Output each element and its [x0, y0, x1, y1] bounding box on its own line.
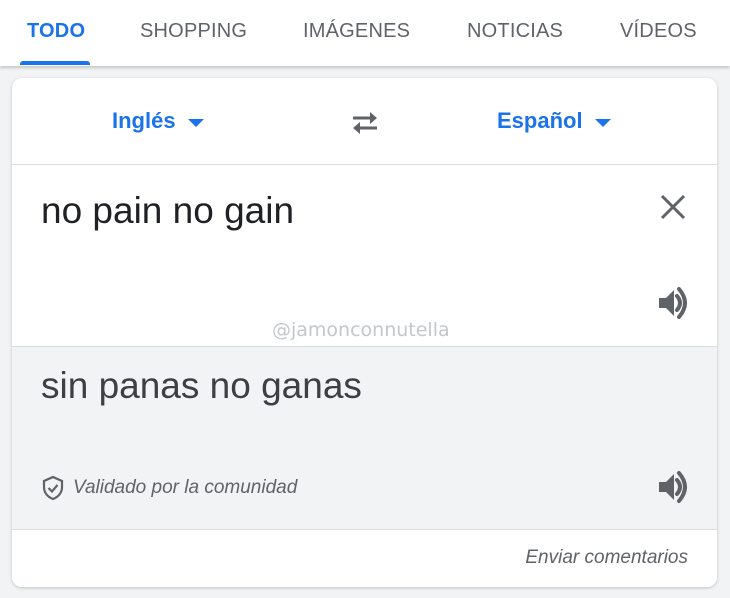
validated-label: Validado por la comunidad [73, 477, 298, 498]
send-feedback-link[interactable]: Enviar comentarios [525, 547, 688, 569]
shield-check-icon [42, 475, 64, 501]
translator-card: Inglés Español no pain no gain @jamoncon… [12, 78, 717, 587]
search-tab-bar: TODO SHOPPING IMÁGENES NOTICIAS VÍDEOS [0, 0, 730, 66]
caret-down-icon [594, 119, 611, 127]
speaker-icon[interactable] [656, 285, 692, 321]
tab-noticias[interactable]: NOTICIAS [467, 20, 563, 42]
speaker-icon[interactable] [656, 469, 692, 505]
translated-text: sin panas no ganas [41, 365, 362, 406]
language-selector-bar: Inglés Español [12, 78, 717, 165]
tab-videos[interactable]: VÍDEOS [620, 20, 697, 42]
tab-todo[interactable]: TODO [27, 20, 85, 42]
translation-panel: sin panas no ganas Validado por la comun… [12, 346, 717, 529]
active-tab-indicator [20, 61, 90, 65]
tab-imagenes[interactable]: IMÁGENES [303, 20, 410, 42]
source-language-label: Inglés [112, 108, 176, 133]
source-language-selector[interactable]: Inglés [112, 108, 204, 134]
community-validated-note: Validado por la comunidad [41, 475, 297, 501]
close-icon[interactable] [658, 192, 688, 222]
tab-shopping[interactable]: SHOPPING [140, 20, 247, 42]
source-text-input[interactable]: no pain no gain [41, 190, 294, 232]
watermark-text: @jamonconnutella [272, 319, 450, 341]
caret-down-icon [187, 119, 204, 127]
card-footer: Enviar comentarios [12, 529, 717, 587]
target-language-selector[interactable]: Español [497, 108, 611, 134]
swap-languages-icon[interactable] [345, 106, 385, 138]
target-language-label: Español [497, 108, 583, 133]
